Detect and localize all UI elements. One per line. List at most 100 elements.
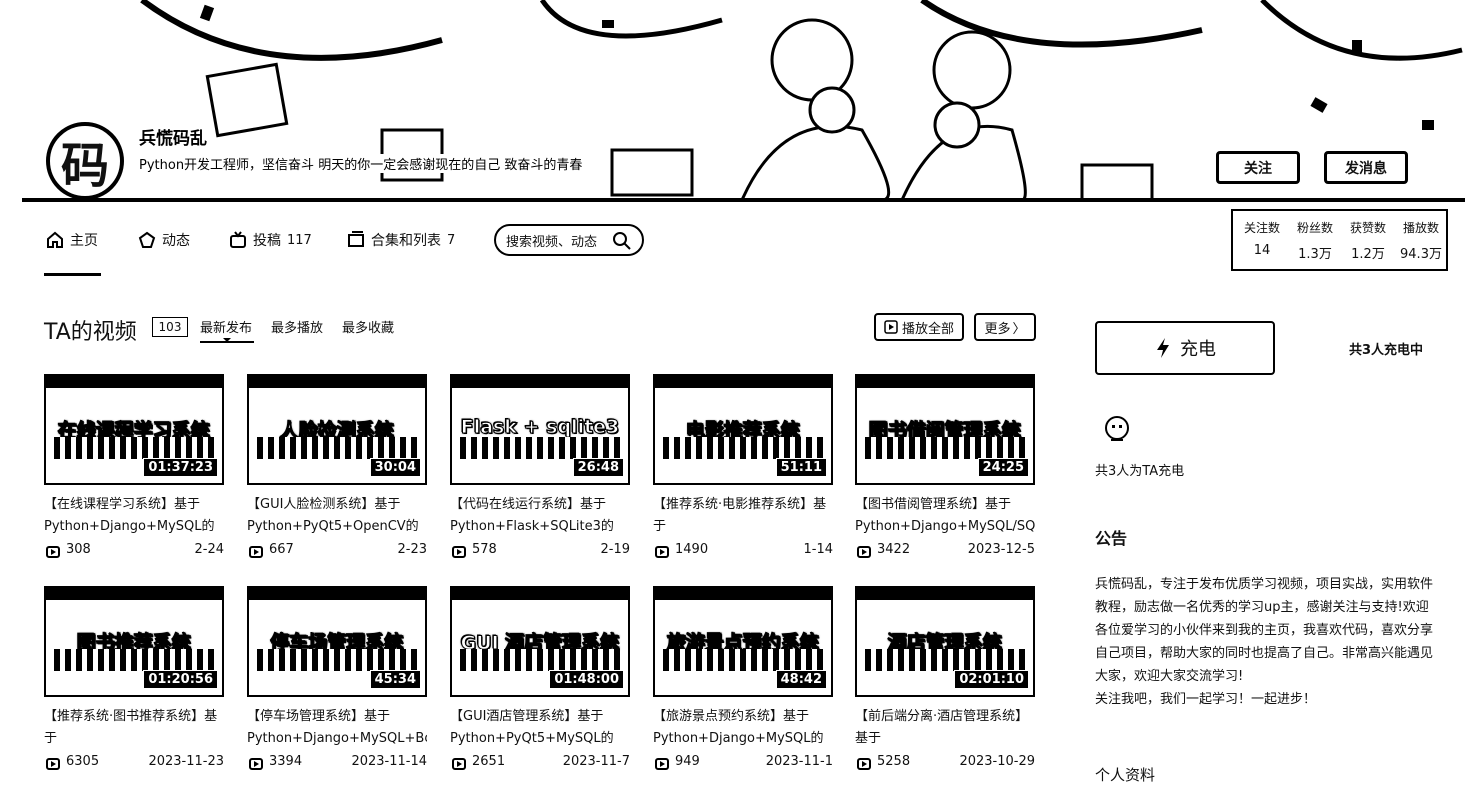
- video-title[interactable]: 【GUI酒店管理系统】基于Python+PyQt5+MySQL的: [450, 706, 630, 750]
- stat-label: 关注数: [1243, 221, 1280, 235]
- video-thumbnail[interactable]: 停车场管理系统 45:34: [247, 586, 427, 697]
- tab-posts[interactable]: 投稿 117: [229, 228, 312, 252]
- video-meta: 2651 2023-11-7: [450, 754, 630, 774]
- play-count: 1490: [675, 542, 709, 557]
- play-count: 949: [675, 754, 700, 769]
- stat-label: 粉丝数: [1296, 221, 1333, 235]
- collection-icon: [348, 231, 364, 247]
- play-count: 667: [269, 542, 294, 557]
- charger-avatar[interactable]: [1103, 414, 1131, 444]
- play-count-icon: [857, 758, 871, 770]
- play-all-button[interactable]: 播放全部: [874, 313, 964, 341]
- video-meta: 3422 2023-12-5: [855, 542, 1035, 562]
- video-duration: 01:37:23: [143, 458, 218, 477]
- video-meta: 1490 1-14: [653, 542, 833, 562]
- stat-value: 94.3万: [1400, 247, 1442, 262]
- publish-date: 2023-11-23: [148, 754, 224, 769]
- charge-button[interactable]: 充电: [1095, 321, 1275, 375]
- tab-posts-label: 投稿: [253, 233, 281, 249]
- publish-date: 1-14: [803, 542, 833, 557]
- charge-count: 共3人充电中: [1349, 343, 1424, 358]
- publish-date: 2023-12-5: [967, 542, 1035, 557]
- follow-button[interactable]: 关注: [1216, 151, 1300, 184]
- play-count-icon: [452, 758, 466, 770]
- video-thumbnail[interactable]: GUI 酒店管理系统 01:48:00: [450, 586, 630, 697]
- video-title[interactable]: 【旅游景点预约系统】基于Python+Django+MySQL的: [653, 706, 833, 750]
- video-thumbnail[interactable]: 图书借阅管理系统 24:25: [855, 374, 1035, 485]
- play-count-icon: [452, 546, 466, 558]
- video-thumbnail[interactable]: 旅游景点预约系统 48:42: [653, 586, 833, 697]
- video-duration: 45:34: [369, 670, 421, 689]
- thumbnail-header: [46, 376, 222, 388]
- video-thumbnail[interactable]: Flask + sqlite3 26:48: [450, 374, 630, 485]
- video-title[interactable]: 【在线课程学习系统】基于Python+Django+MySQL的: [44, 494, 224, 538]
- stat-value[interactable]: 1.3万: [1288, 243, 1342, 262]
- home-icon: [47, 231, 63, 248]
- thumbnail-header: [655, 588, 831, 600]
- posts-count: 117: [287, 232, 312, 248]
- video-title[interactable]: 【推荐系统·电影推荐系统】基于: [653, 494, 833, 538]
- tab-home[interactable]: 主页: [46, 228, 98, 252]
- username: 兵慌码乱: [136, 124, 210, 149]
- video-meta: 667 2-23: [247, 542, 427, 562]
- play-count-icon: [46, 758, 60, 770]
- notice-body: 兵慌码乱，专注于发布优质学习视频，项目实战，实用软件教程，励志做一名优秀的学习u…: [1095, 577, 1434, 684]
- charger-text[interactable]: 共3人为TA充电: [1095, 460, 1184, 479]
- publish-date: 2023-11-7: [562, 754, 630, 769]
- video-title[interactable]: 【GUI人脸检测系统】基于Python+PyQt5+OpenCV的: [247, 494, 427, 538]
- video-meta: 3394 2023-11-14: [247, 754, 427, 774]
- thumbnail-decoration: [663, 649, 823, 671]
- tab-most-played[interactable]: 最多播放: [271, 317, 323, 336]
- notice-text: 兵慌码乱，专注于发布优质学习视频，项目实战，实用软件教程，励志做一名优秀的学习u…: [1095, 573, 1440, 711]
- more-button[interactable]: 更多 〉: [974, 313, 1036, 341]
- tab-dynamic[interactable]: 动态: [138, 228, 190, 252]
- video-meta: 308 2-24: [44, 542, 224, 562]
- charge-label: 充电: [1180, 339, 1216, 360]
- stat-value[interactable]: 14: [1235, 243, 1289, 258]
- video-duration: 51:11: [775, 458, 827, 477]
- stat-label: 获赞数: [1349, 221, 1386, 235]
- search-input[interactable]: 搜索视频、动态: [494, 224, 644, 256]
- dynamic-icon: [138, 231, 156, 248]
- video-title[interactable]: 【图书借阅管理系统】基于Python+Django+MySQL/SQ: [855, 494, 1035, 538]
- thumbnail-header: [452, 588, 628, 600]
- thumbnail-decoration: [460, 649, 620, 671]
- thumbnail-decoration: [663, 437, 823, 459]
- search-placeholder: 搜索视频、动态: [506, 234, 598, 250]
- publish-date: 2-24: [194, 542, 224, 557]
- video-title[interactable]: 【推荐系统·图书推荐系统】基于: [44, 706, 224, 750]
- video-title[interactable]: 【前后端分离·酒店管理系统】基于: [855, 706, 1035, 750]
- profile-section-title: 个人资料: [1095, 766, 1156, 784]
- video-thumbnail[interactable]: 在线课程学习系统 01:37:23: [44, 374, 224, 485]
- notice-title: 公告: [1095, 529, 1128, 548]
- tab-most-favorited[interactable]: 最多收藏: [342, 317, 394, 336]
- tab-collections-label: 合集和列表: [371, 233, 441, 249]
- publish-date: 2023-10-29: [959, 754, 1035, 769]
- play-count-icon: [249, 758, 263, 770]
- thumbnail-header: [46, 588, 222, 600]
- tab-collections[interactable]: 合集和列表 7: [347, 228, 455, 252]
- video-title[interactable]: 【代码在线运行系统】基于Python+Flask+SQLite3的: [450, 494, 630, 538]
- thumbnail-header: [249, 588, 425, 600]
- video-thumbnail[interactable]: 人脸检测系统 30:04: [247, 374, 427, 485]
- search-icon[interactable]: [612, 231, 632, 251]
- message-button[interactable]: 发消息: [1324, 151, 1408, 184]
- play-count-icon: [655, 758, 669, 770]
- video-thumbnail[interactable]: 电影推荐系统 51:11: [653, 374, 833, 485]
- play-count-icon: [655, 546, 669, 558]
- thumbnail-decoration: [54, 649, 214, 671]
- video-title[interactable]: 【停车场管理系统】基于Python+Django+MySQL+Bo: [247, 706, 427, 750]
- stat-value: 1.2万: [1351, 247, 1385, 262]
- play-count: 5258: [877, 754, 911, 769]
- thumbnail-decoration: [54, 437, 214, 459]
- tab-latest[interactable]: 最新发布: [200, 317, 252, 336]
- play-count: 578: [472, 542, 497, 557]
- avatar[interactable]: 码: [46, 122, 124, 198]
- play-all-label: 播放全部: [901, 321, 954, 337]
- video-thumbnail[interactable]: 酒店管理系统 02:01:10: [855, 586, 1035, 697]
- thumbnail-decoration: [865, 649, 1025, 671]
- video-thumbnail[interactable]: 图书推荐系统 01:20:56: [44, 586, 224, 697]
- video-duration: 01:20:56: [143, 670, 218, 689]
- collections-count: 7: [447, 232, 456, 248]
- tab-dynamic-label: 动态: [162, 233, 190, 249]
